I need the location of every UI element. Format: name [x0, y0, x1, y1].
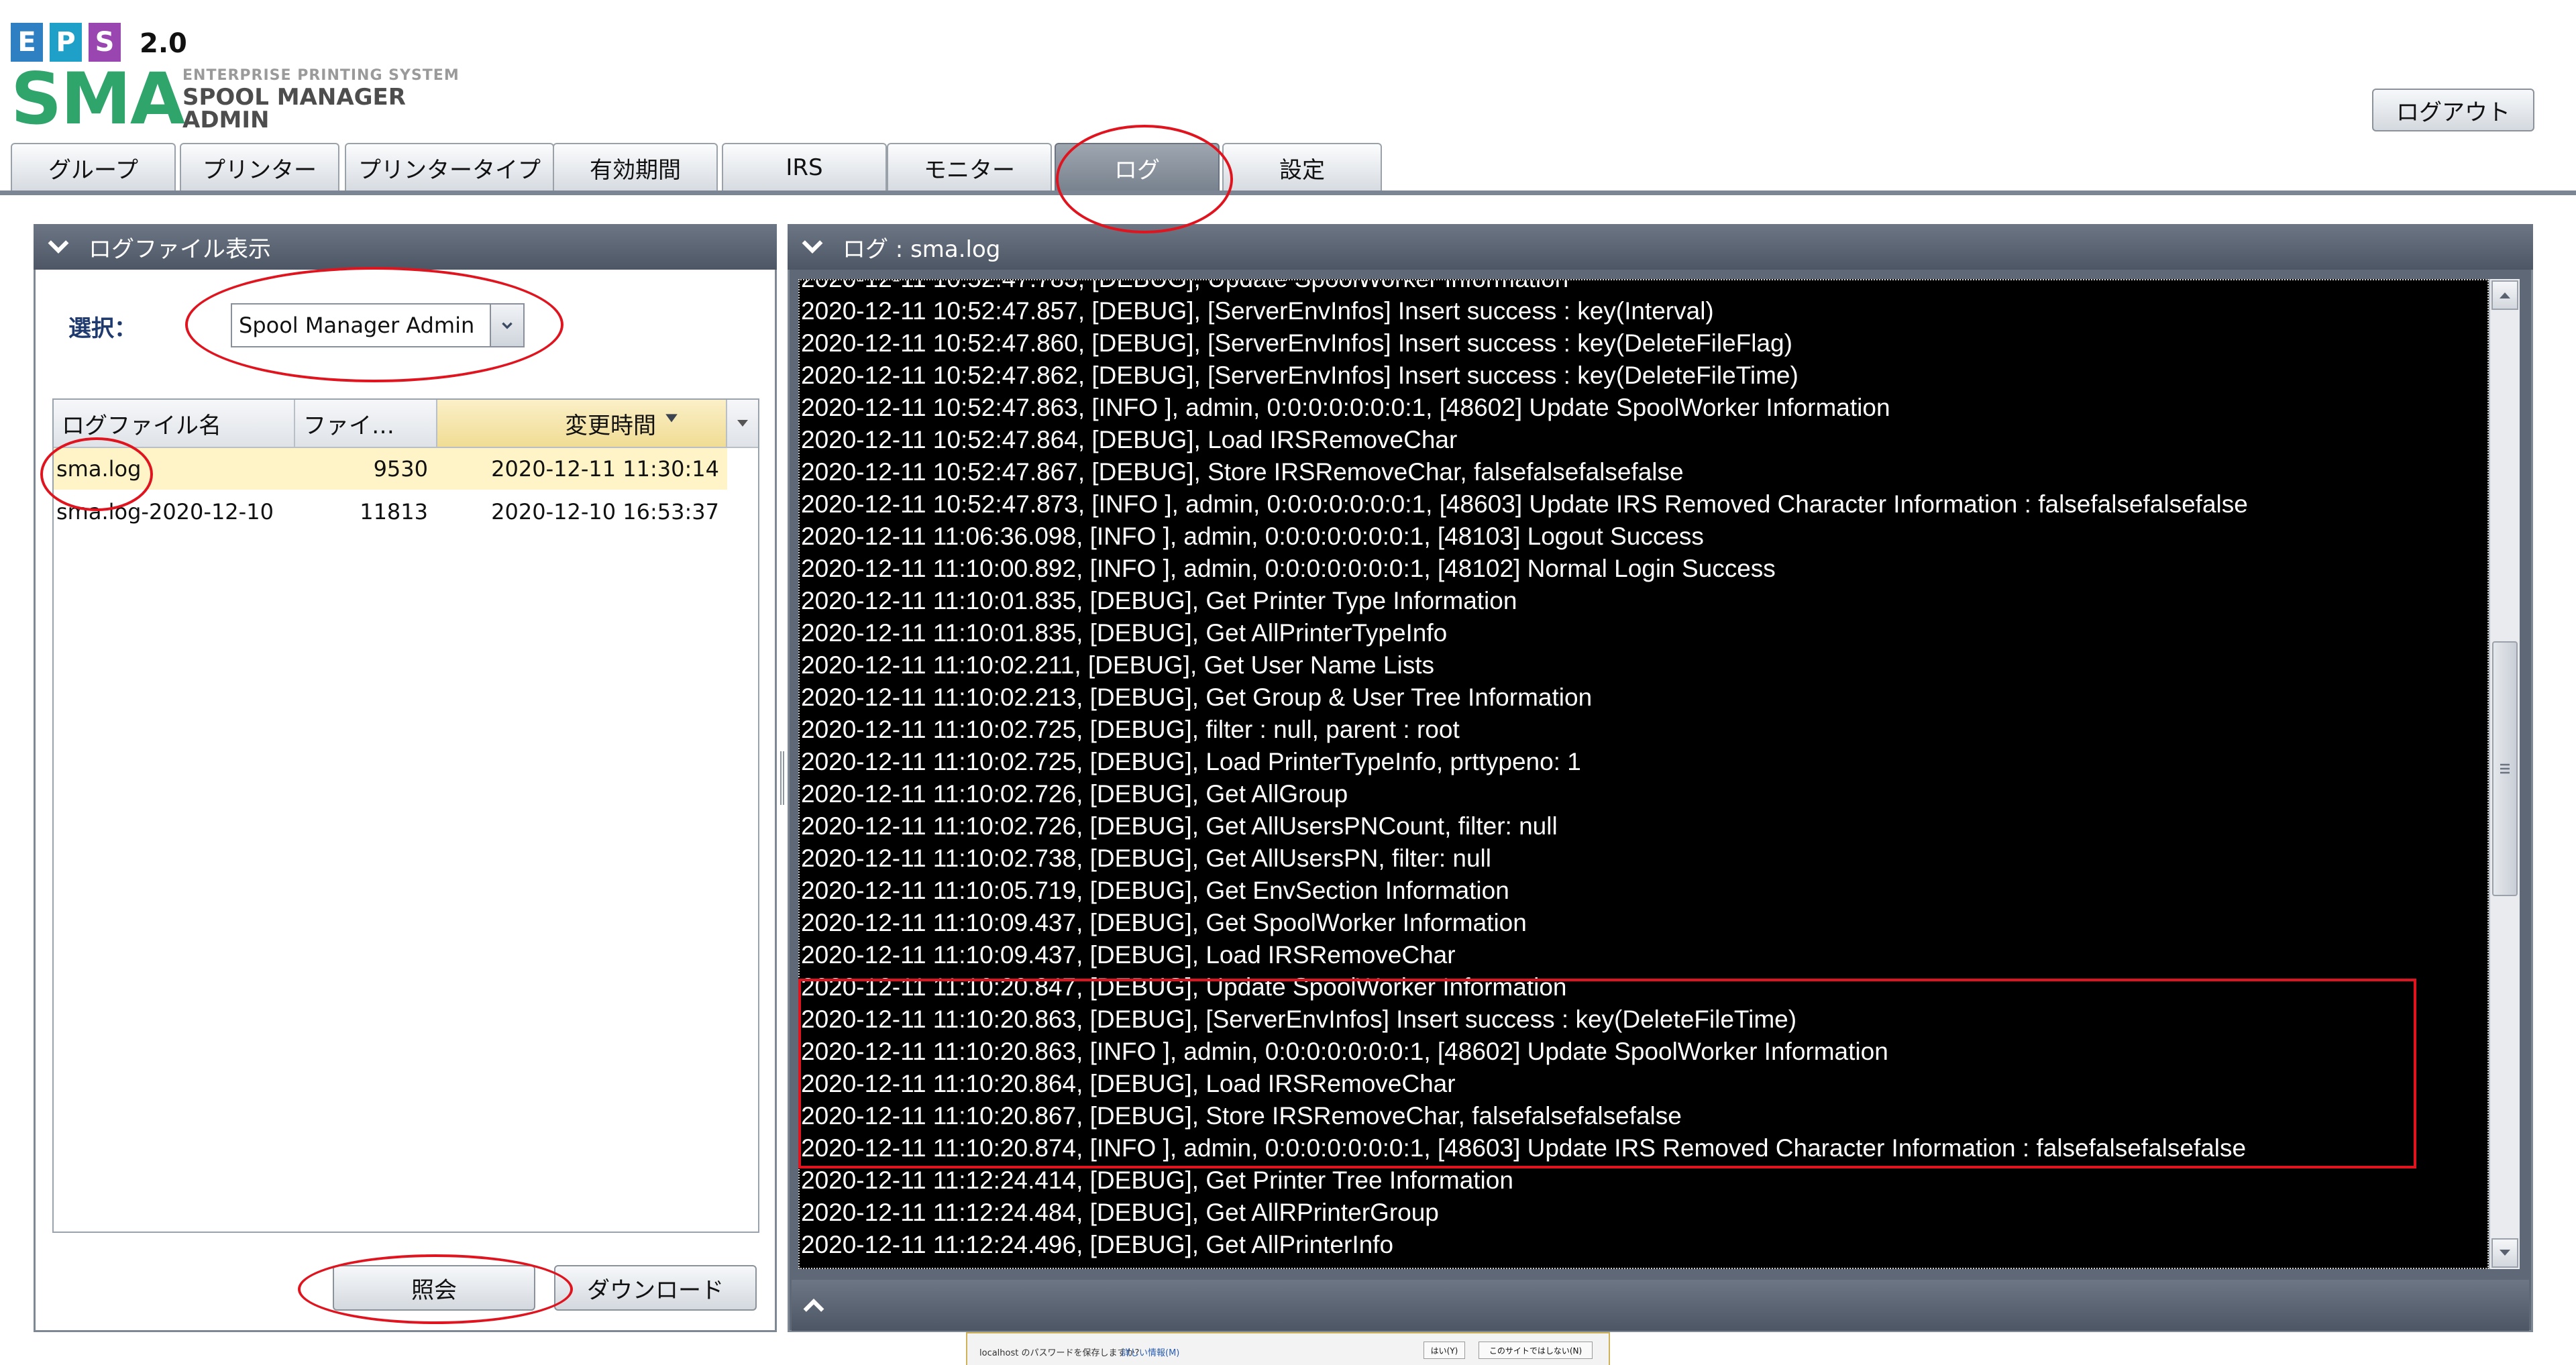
- logo-letter-e: E: [11, 23, 43, 62]
- log-line: 2020-12-11 10:52:47.783, [DEBUG], Update…: [800, 280, 2487, 295]
- sort-desc-icon: [665, 414, 678, 423]
- logo-letter-s: S: [89, 23, 121, 62]
- app-version: 2.0: [140, 28, 187, 59]
- tab-monitor[interactable]: モニター: [887, 143, 1052, 191]
- scroll-down-button[interactable]: [2491, 1238, 2518, 1268]
- log-line: 2020-12-11 11:10:20.863, [DEBUG], [Serve…: [801, 1005, 1797, 1033]
- log-line: 2020-12-11 11:10:02.738, [DEBUG], Get Al…: [801, 844, 1491, 872]
- log-text-area[interactable]: 2020-12-11 10:52:47.783, [DEBUG], Update…: [798, 279, 2489, 1269]
- log-source-select-value: Spool Manager Admin: [239, 313, 475, 338]
- scroll-up-button[interactable]: [2491, 280, 2518, 310]
- log-line: 2020-12-11 10:52:47.863, [INFO ], admin,…: [801, 394, 1890, 421]
- log-line: 2020-12-11 11:10:02.725, [DEBUG], Load P…: [801, 748, 1581, 775]
- log-line: 2020-12-11 10:52:47.862, [DEBUG], [Serve…: [801, 362, 1799, 389]
- log-line: 2020-12-11 11:10:02.211, [DEBUG], Get Us…: [801, 651, 1434, 679]
- save-password-never-button[interactable]: このサイトではしない(N): [1479, 1342, 1593, 1359]
- log-line: 2020-12-11 11:10:20.864, [DEBUG], Load I…: [801, 1070, 1456, 1097]
- log-line: 2020-12-11 11:06:36.098, [INFO ], admin,…: [801, 523, 1704, 550]
- chevron-down-icon[interactable]: [490, 305, 523, 346]
- table-row[interactable]: sma.log 9530 2020-12-11 11:30:14: [54, 448, 727, 490]
- log-file-grid-header: ログファイル名 ファイ… 変更時間: [54, 400, 758, 448]
- logout-button[interactable]: ログアウト: [2372, 89, 2534, 131]
- browser-save-password-bar: localhost のパスワードを保存しますか? 詳しい情報(M) はい(Y) …: [966, 1332, 1610, 1365]
- column-header-modified-label: 変更時間: [565, 412, 656, 439]
- log-line: 2020-12-11 11:10:05.719, [DEBUG], Get En…: [801, 877, 1509, 904]
- log-file-grid: ログファイル名 ファイ… 変更時間 sma.log 9530 2020-12-1…: [52, 398, 759, 1233]
- cell-modified: 2020-12-10 16:53:37: [491, 499, 719, 525]
- grip-icon: [2500, 763, 2510, 774]
- tab-group[interactable]: グループ: [11, 143, 176, 191]
- log-line: 2020-12-11 11:10:02.213, [DEBUG], Get Gr…: [801, 684, 1593, 711]
- log-line: 2020-12-11 11:10:20.863, [INFO ], admin,…: [801, 1038, 1888, 1065]
- more-info-link[interactable]: 詳しい情報(M): [1122, 1346, 1179, 1358]
- tab-printer[interactable]: プリンター: [180, 143, 339, 191]
- log-line: 2020-12-11 11:10:20.847, [DEBUG], Update…: [801, 973, 1567, 1001]
- download-button[interactable]: ダウンロード: [554, 1265, 757, 1311]
- tab-underline: [0, 190, 2576, 195]
- column-header-file-size[interactable]: ファイ…: [295, 400, 437, 447]
- log-line: 2020-12-11 11:12:24.496, [DEBUG], Get Al…: [801, 1231, 1394, 1258]
- log-line: 2020-12-11 11:10:00.892, [INFO ], admin,…: [801, 555, 1776, 582]
- logo-letter-p: P: [50, 23, 82, 62]
- scroll-thumb[interactable]: [2492, 641, 2518, 896]
- log-viewer-header[interactable]: ログ : sma.log: [788, 224, 2533, 270]
- cell-file-size: 11813: [360, 499, 428, 525]
- log-line: 2020-12-11 10:52:47.864, [DEBUG], Load I…: [801, 426, 1458, 453]
- cell-file-name: sma.log-2020-12-10: [56, 499, 274, 525]
- log-vertical-scrollbar[interactable]: [2489, 279, 2520, 1269]
- save-password-yes-button[interactable]: はい(Y): [1424, 1342, 1465, 1359]
- app-logo: E P S 2.0 SMA ENTERPRISE PRINTING SYSTEM…: [11, 17, 480, 138]
- product-short-name: SMA: [11, 58, 185, 140]
- column-menu-button[interactable]: [727, 400, 758, 447]
- chevron-down-icon: [2500, 1250, 2510, 1256]
- product-line-1: ENTERPRISE PRINTING SYSTEM: [182, 67, 460, 84]
- column-header-file-name[interactable]: ログファイル名: [54, 400, 295, 447]
- log-file-panel-title: ログファイル表示: [89, 235, 271, 263]
- log-line: 2020-12-11 11:10:20.867, [DEBUG], Store …: [801, 1102, 1682, 1130]
- tab-log[interactable]: ログ: [1055, 143, 1220, 191]
- log-line: 2020-12-11 11:12:24.484, [DEBUG], Get Al…: [801, 1199, 1439, 1226]
- chevron-down-icon: [737, 420, 748, 427]
- save-password-prompt: localhost のパスワードを保存しますか?: [979, 1348, 1140, 1358]
- product-line-3: ADMIN: [182, 107, 270, 133]
- log-line: 2020-12-11 11:10:01.835, [DEBUG], Get Al…: [801, 619, 1448, 647]
- log-line: 2020-12-11 11:10:02.726, [DEBUG], Get Al…: [801, 812, 1558, 840]
- log-line: 2020-12-11 10:52:47.873, [INFO ], admin,…: [801, 490, 2248, 518]
- eps-logo-letters: E P S: [11, 23, 121, 62]
- query-button[interactable]: 照会: [333, 1265, 535, 1311]
- log-file-panel-header[interactable]: ログファイル表示: [34, 224, 777, 270]
- cell-file-name: sma.log: [56, 456, 142, 482]
- log-viewer-footer[interactable]: [792, 1280, 2529, 1331]
- chevron-up-icon: [2500, 292, 2510, 298]
- log-line: 2020-12-11 11:10:02.726, [DEBUG], Get Al…: [801, 780, 1348, 808]
- tab-irs[interactable]: IRS: [722, 143, 887, 191]
- product-line-2: SPOOL MANAGER: [182, 84, 406, 111]
- tab-validity-period[interactable]: 有効期間: [553, 143, 718, 191]
- log-line: 2020-12-11 10:52:47.857, [DEBUG], [Serve…: [801, 297, 1714, 325]
- log-line: 2020-12-11 11:12:24.414, [DEBUG], Get Pr…: [801, 1166, 1513, 1194]
- log-line: 2020-12-11 11:10:20.874, [INFO ], admin,…: [801, 1134, 2247, 1162]
- cell-modified: 2020-12-11 11:30:14: [491, 456, 719, 482]
- column-header-modified[interactable]: 変更時間: [437, 400, 727, 447]
- table-row[interactable]: sma.log-2020-12-10 11813 2020-12-10 16:5…: [54, 491, 727, 533]
- cell-file-size: 9530: [373, 456, 428, 482]
- select-label: 選択：: [68, 315, 137, 342]
- log-line: 2020-12-11 11:10:02.725, [DEBUG], filter…: [801, 716, 1460, 743]
- chevron-down-icon: [802, 240, 823, 254]
- log-line: 2020-12-11 10:52:47.867, [DEBUG], Store …: [801, 458, 1684, 486]
- panel-splitter-handle[interactable]: [778, 751, 786, 805]
- chevron-up-icon[interactable]: [801, 1293, 826, 1318]
- log-line: 2020-12-11 10:52:47.860, [DEBUG], [Serve…: [801, 329, 1792, 357]
- tab-settings[interactable]: 設定: [1222, 143, 1382, 191]
- log-line: 2020-12-11 11:10:01.835, [DEBUG], Get Pr…: [801, 587, 1517, 614]
- chevron-down-icon: [48, 240, 69, 254]
- log-source-select[interactable]: Spool Manager Admin: [231, 303, 525, 347]
- tab-printer-type[interactable]: プリンタータイプ: [345, 143, 554, 191]
- log-line: 2020-12-11 11:10:09.437, [DEBUG], Get Sp…: [801, 909, 1527, 936]
- log-line: 2020-12-11 11:10:09.437, [DEBUG], Load I…: [801, 941, 1456, 969]
- log-viewer-title: ログ : sma.log: [843, 235, 1001, 263]
